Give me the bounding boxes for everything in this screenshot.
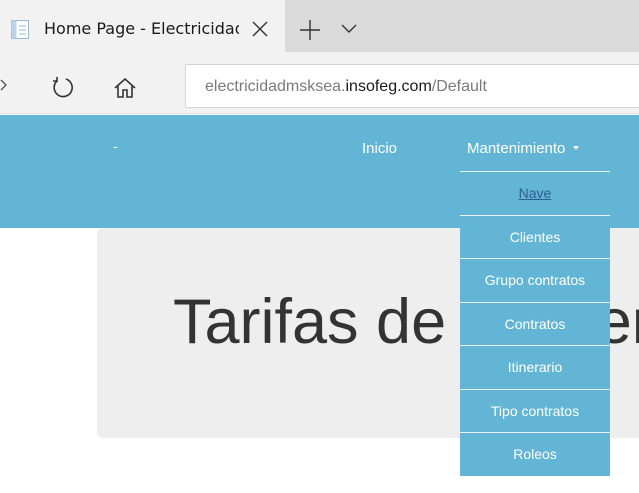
caret-down-icon — [573, 146, 580, 150]
forward-icon[interactable] — [0, 79, 8, 91]
url-text: electricidadmsksea.insofeg.com/Default — [205, 77, 487, 97]
nav-dropdown-mantenimiento[interactable]: Mantenimiento — [467, 140, 580, 158]
dropdown-item-itinerario[interactable]: Itinerario — [460, 345, 610, 389]
new-tab-icon[interactable] — [300, 20, 320, 40]
tab-title: Home Page - Electricidad — [44, 19, 239, 38]
dropdown-item-contratos[interactable]: Contratos — [460, 301, 610, 346]
address-bar[interactable]: electricidadmsksea.insofeg.com/Default — [185, 64, 639, 108]
dropdown-item-roleos[interactable]: Roleos — [460, 432, 610, 476]
dropdown-item-tipo-contratos[interactable]: Tipo contratos — [460, 388, 610, 433]
browser-tab-strip: Home Page - Electricidad — [0, 0, 639, 52]
dropdown-item-nave[interactable]: Nave — [460, 171, 610, 215]
browser-toolbar: electricidadmsksea.insofeg.com/Default — [0, 52, 639, 114]
refresh-icon[interactable] — [51, 76, 75, 100]
chevron-down-icon[interactable] — [341, 24, 357, 34]
nav-link-inicio[interactable]: Inicio — [362, 140, 397, 158]
page-favicon-icon — [11, 20, 29, 39]
mantenimiento-dropdown-menu: Nave Clientes Grupo contratos Contratos … — [460, 171, 610, 476]
nav-dropdown-label: Mantenimiento — [467, 140, 566, 157]
url-path: /Default — [431, 78, 487, 95]
home-icon[interactable] — [114, 78, 136, 98]
site-brand[interactable]: - — [113, 137, 118, 155]
close-tab-icon[interactable] — [252, 21, 268, 37]
browser-tab[interactable]: Home Page - Electricidad — [0, 0, 285, 52]
url-subdomain: electricidadmsksea. — [205, 78, 346, 95]
url-host: insofeg.com — [345, 78, 432, 95]
dropdown-item-grupo-contratos[interactable]: Grupo contratos — [460, 258, 610, 302]
dropdown-item-clientes[interactable]: Clientes — [460, 214, 610, 259]
